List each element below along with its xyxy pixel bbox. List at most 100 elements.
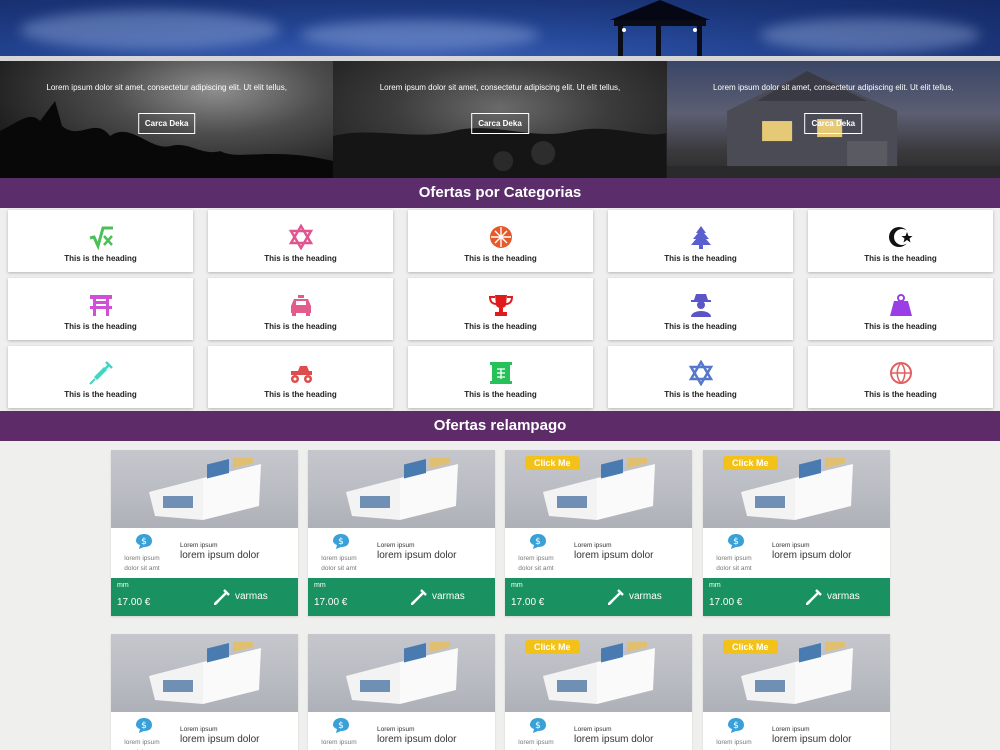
categories-title: Ofertas por Categorias	[0, 178, 1000, 208]
banner-text: Lorem ipsum dolor sit amet, consectetur …	[379, 83, 621, 92]
category-label: This is the heading	[64, 390, 137, 399]
offer-image: Click Me	[703, 450, 890, 528]
click-me-tag[interactable]: Click Me	[525, 640, 580, 654]
banner-text: Lorem ipsum dolor sit amet, consectetur …	[46, 83, 287, 92]
offer-title: lorem ipsum dolor	[772, 550, 852, 561]
category-card[interactable]: This is the heading	[808, 210, 993, 272]
varmas-button[interactable]: varmas	[629, 591, 662, 602]
offer-unit: mm	[117, 582, 129, 589]
category-label: This is the heading	[664, 254, 737, 263]
category-card[interactable]: This is the heading	[808, 346, 993, 408]
category-card[interactable]: This is the heading	[8, 346, 193, 408]
category-label: This is the heading	[464, 390, 537, 399]
open-book-image	[346, 458, 458, 520]
offer-unit: mm	[709, 582, 721, 589]
offer-card[interactable]: Click Me $ lorem ipsum dolor Lorem ipsum…	[703, 634, 890, 750]
offer-body: $ lorem ipsum dolor Lorem ipsum lorem ip…	[703, 712, 890, 750]
click-me-tag[interactable]: Click Me	[723, 640, 778, 654]
category-label: This is the heading	[864, 390, 937, 399]
carca-deka-button[interactable]: Carca Deka	[471, 113, 529, 134]
tree-icon	[690, 226, 711, 249]
svg-text:$: $	[733, 537, 739, 547]
category-card[interactable]: This is the heading	[808, 278, 993, 340]
offer-description: lorem ipsum dolor sit amt	[124, 555, 160, 572]
offer-card[interactable]: $ lorem ipsum dolor sit amt Lorem ipsum …	[308, 450, 495, 616]
offer-body: $ lorem ipsum dolor sit amt Lorem ipsum …	[308, 528, 495, 578]
offer-body: $ lorem ipsum dolor Lorem ipsum lorem ip…	[505, 712, 692, 750]
svg-text:$: $	[338, 721, 344, 731]
offer-subtitle: Lorem ipsum	[377, 726, 415, 733]
offer-subtitle: Lorem ipsum	[377, 542, 415, 549]
offer-description: lorem ipsum dolor	[124, 739, 160, 750]
banner-row: Lorem ipsum dolor sit amet, consectetur …	[0, 61, 1000, 178]
varmas-button[interactable]: varmas	[235, 591, 268, 602]
offer-body: $ lorem ipsum dolor Lorem ipsum lorem ip…	[111, 712, 298, 750]
dollar-bubble-icon: $	[530, 718, 546, 733]
offer-image: Click Me	[703, 634, 890, 712]
category-card[interactable]: This is the heading	[408, 210, 593, 272]
offer-body: $ lorem ipsum dolor sit amt Lorem ipsum …	[505, 528, 692, 578]
category-label: This is the heading	[864, 322, 937, 331]
dollar-bubble-icon: $	[530, 534, 546, 549]
offer-body: $ lorem ipsum dolor Lorem ipsum lorem ip…	[308, 712, 495, 750]
category-card[interactable]: This is the heading	[408, 278, 593, 340]
offer-image	[111, 634, 298, 712]
offer-price: 17.00 €	[511, 597, 545, 608]
offer-description: lorem ipsum dolor	[321, 739, 357, 750]
category-card[interactable]: This is the heading	[8, 278, 193, 340]
offer-price: 17.00 €	[709, 597, 743, 608]
offer-title: lorem ipsum dolor	[574, 550, 654, 561]
category-card[interactable]: This is the heading	[608, 346, 793, 408]
carca-deka-button[interactable]: Carca Deka	[137, 113, 196, 134]
category-card[interactable]: This is the heading	[608, 278, 793, 340]
offer-card[interactable]: Click Me $ lorem ipsum dolor Lorem ipsum…	[505, 634, 692, 750]
offer-unit: mm	[511, 582, 523, 589]
dollar-bubble-icon: $	[136, 718, 152, 733]
banner-crowd: Lorem ipsum dolor sit amet, consectetur …	[333, 61, 667, 178]
varmas-button[interactable]: varmas	[827, 591, 860, 602]
offer-title: lorem ipsum dolor	[377, 734, 457, 745]
offer-subtitle: Lorem ipsum	[772, 726, 810, 733]
category-card[interactable]: This is the heading	[608, 210, 793, 272]
star-of-david-icon	[688, 360, 713, 386]
category-label: This is the heading	[64, 254, 137, 263]
offer-footer: mm 17.00 € varmas	[703, 578, 890, 616]
offer-footer: mm 17.00 € varmas	[308, 578, 495, 616]
offer-card[interactable]: Click Me $ lorem ipsum dolor sit amt Lor…	[703, 450, 890, 616]
category-card[interactable]: This is the heading	[8, 210, 193, 272]
click-me-tag[interactable]: Click Me	[723, 456, 778, 470]
open-book-image	[149, 458, 261, 520]
carca-deka-button[interactable]: Carca Deka	[804, 113, 863, 134]
varmas-button[interactable]: varmas	[432, 591, 465, 602]
category-label: This is the heading	[264, 390, 337, 399]
category-card[interactable]: This is the heading	[208, 346, 393, 408]
offer-price: 17.00 €	[314, 597, 348, 608]
offer-title: lorem ipsum dolor	[772, 734, 852, 745]
category-card[interactable]: This is the heading	[208, 210, 393, 272]
offer-body: $ lorem ipsum dolor sit amt Lorem ipsum …	[703, 528, 890, 578]
banner-text: Lorem ipsum dolor sit amet, consectetur …	[713, 83, 954, 92]
category-label: This is the heading	[64, 322, 137, 331]
category-card[interactable]: This is the heading	[408, 346, 593, 408]
offer-card[interactable]: $ lorem ipsum dolor sit amt Lorem ipsum …	[111, 450, 298, 616]
offer-image: Click Me	[505, 450, 692, 528]
trophy-icon	[488, 295, 513, 316]
offer-footer: mm 17.00 € varmas	[111, 578, 298, 616]
offer-card[interactable]: $ lorem ipsum dolor Lorem ipsum lorem ip…	[111, 634, 298, 750]
click-me-tag[interactable]: Click Me	[525, 456, 580, 470]
torii-gate-icon	[89, 295, 112, 316]
offer-unit: mm	[314, 582, 326, 589]
offer-card[interactable]: Click Me $ lorem ipsum dolor sit amt Lor…	[505, 450, 692, 616]
offer-card[interactable]: $ lorem ipsum dolor Lorem ipsum lorem ip…	[308, 634, 495, 750]
open-book-image	[149, 642, 261, 704]
offer-description: lorem ipsum dolor sit amt	[518, 555, 554, 572]
banner-concert: Lorem ipsum dolor sit amet, consectetur …	[0, 61, 334, 178]
offer-subtitle: Lorem ipsum	[574, 542, 612, 549]
pavilion-silhouette	[610, 0, 710, 56]
offer-title: lorem ipsum dolor	[377, 550, 457, 561]
offer-title: lorem ipsum dolor	[180, 550, 260, 561]
waffle-icon	[489, 226, 512, 248]
category-card[interactable]: This is the heading	[208, 278, 393, 340]
offers-title: Ofertas relampago	[0, 411, 1000, 441]
offer-title: lorem ipsum dolor	[180, 734, 260, 745]
